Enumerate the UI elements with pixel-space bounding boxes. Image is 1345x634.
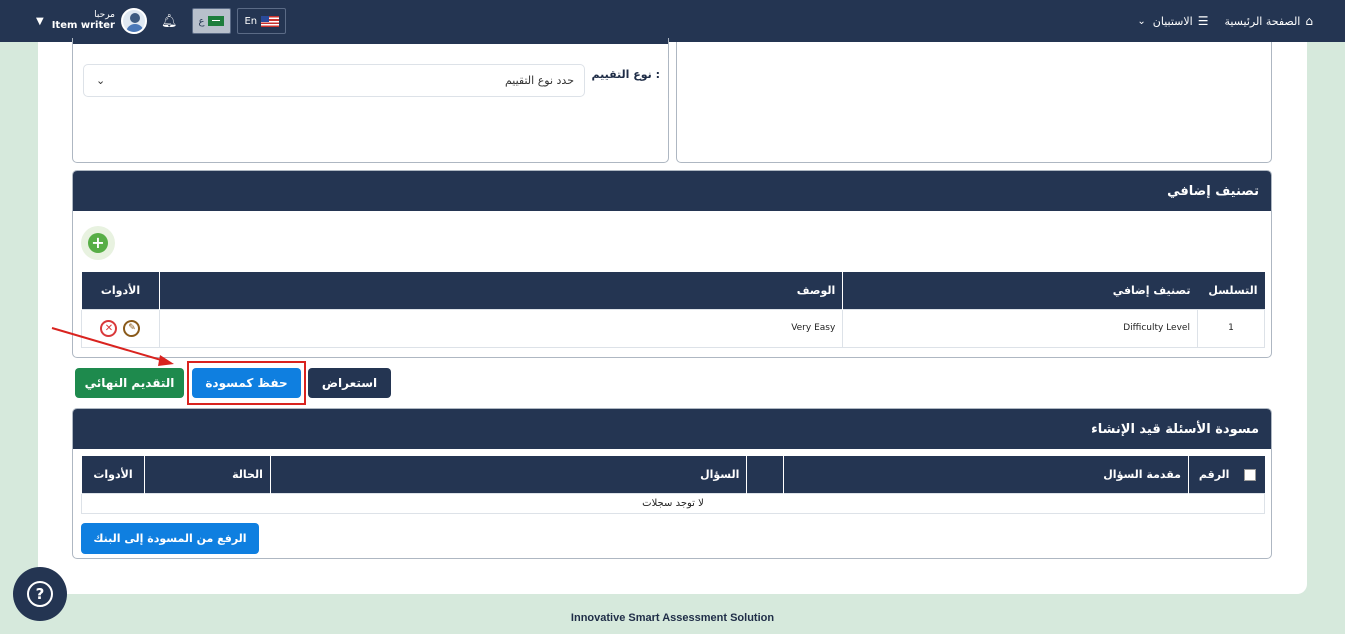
us-flag-icon (261, 15, 280, 27)
row-tools: ✕ ✎ (81, 308, 160, 348)
bell-icon[interactable]: 🔔︎ (161, 14, 178, 29)
saudi-flag-icon (208, 16, 225, 26)
drafts-table: الأدوات الحالة السؤال مقدمة السؤال الرقم… (81, 456, 1265, 514)
nav-home-label: الصفحة الرئيسية (1224, 14, 1301, 28)
home-icon: ⌂ (1305, 14, 1313, 28)
col-description: الوصف (158, 272, 843, 309)
footer-text: Innovative Smart Assessment Solution (570, 612, 775, 624)
highlight-box (187, 361, 306, 405)
row-classification: Difficulty Level (842, 308, 1198, 348)
col-tools: الأدوات (81, 456, 145, 493)
nav-survey[interactable]: ⌄ الاستبيان ☰ (1137, 14, 1208, 28)
drafts-title: مسودة الأسئلة قيد الإنشاء (1091, 421, 1259, 437)
question-icon: ? (27, 581, 53, 607)
drafts-header: مسودة الأسئلة قيد الإنشاء (73, 409, 1271, 449)
table-header-row: الأدوات الحالة السؤال مقدمة السؤال الرقم (81, 456, 1265, 493)
extra-classification-box: تصنيف إضافي + الأدوات الوصف تصنيف إضافي … (72, 170, 1272, 358)
table-row: لا توجد سجلات (81, 492, 1265, 514)
lang-english-button[interactable]: En (237, 8, 287, 34)
col-question-intro: مقدمة السؤال (783, 456, 1189, 493)
edit-pencil-icon[interactable]: ✎ (123, 319, 141, 337)
col-select-all (1236, 456, 1265, 493)
extra-classification-table: الأدوات الوصف تصنيف إضافي التسلسل ✕ ✎ Ve… (81, 272, 1266, 348)
extra-classification-title: تصنيف إضافي (1167, 183, 1259, 199)
drafts-box: مسودة الأسئلة قيد الإنشاء الأدوات الحالة… (72, 408, 1272, 559)
avatar[interactable] (120, 8, 147, 34)
table-row: ✕ ✎ Very Easy Difficulty Level 1 (81, 308, 1266, 348)
evaluation-type-select[interactable]: ⌄ حدد نوع التقييم (83, 64, 585, 97)
nav-user-area: ▼ مرحبا Item writer 🔔︎ ع En (36, 0, 292, 42)
lang-arabic-button[interactable]: ع (191, 8, 232, 34)
delete-icon[interactable]: ✕ (100, 319, 118, 337)
plus-icon: + (88, 233, 108, 253)
chevron-down-icon: ⌄ (96, 74, 106, 87)
table-header-row: الأدوات الوصف تصنيف إضافي التسلسل (81, 272, 1265, 309)
final-submit-button[interactable]: التقديم النهائي (75, 368, 184, 398)
no-records-message: لا توجد سجلات (81, 492, 1265, 514)
lang-arabic-label: ع (198, 15, 205, 27)
lang-english-label: En (244, 15, 258, 27)
add-classification-button[interactable]: + (81, 226, 115, 260)
row-description: Very Easy (158, 308, 844, 348)
user-greeting: مرحبا (94, 9, 115, 20)
col-spacer (746, 456, 784, 493)
col-sequence: التسلسل (1197, 272, 1265, 309)
survey-icon: ☰ (1197, 14, 1209, 28)
col-status: الحالة (143, 456, 271, 493)
col-classification: تصنيف إضافي (842, 272, 1198, 309)
extra-classification-header: تصنيف إضافي (73, 171, 1271, 211)
nav-links: ⌄ الاستبيان ☰ الصفحة الرئيسية ⌂ (1137, 0, 1313, 42)
evaluation-type-box: نوع التقييم : ⌄ حدد نوع التقييم (72, 38, 669, 163)
col-number: الرقم (1187, 456, 1237, 493)
upload-to-bank-button[interactable]: الرفع من المسودة إلى البنك (81, 523, 259, 554)
col-tools: الأدوات (81, 272, 160, 309)
select-all-checkbox[interactable] (1244, 468, 1257, 481)
evaluation-type-placeholder: حدد نوع التقييم (504, 74, 574, 87)
user-info[interactable]: مرحبا Item writer (51, 9, 115, 32)
chevron-down-icon: ⌄ (1137, 15, 1146, 27)
evaluation-type-label: نوع التقييم : (591, 68, 660, 81)
row-sequence: 1 (1196, 308, 1266, 348)
user-role: Item writer (51, 20, 115, 32)
user-menu-caret-icon[interactable]: ▼ (36, 16, 44, 27)
nav-survey-label: الاستبيان (1152, 14, 1193, 28)
top-navbar: ▼ مرحبا Item writer 🔔︎ ع En ⌄ الاستبيان … (0, 0, 1345, 42)
panel-header-strip (73, 38, 668, 44)
col-question: السؤال (269, 456, 747, 493)
main-panel: نوع التقييم : ⌄ حدد نوع التقييم تصنيف إض… (38, 38, 1307, 594)
preview-button[interactable]: استعراض (308, 368, 391, 398)
right-top-box (676, 42, 1272, 163)
nav-home[interactable]: الصفحة الرئيسية ⌂ (1224, 14, 1313, 28)
